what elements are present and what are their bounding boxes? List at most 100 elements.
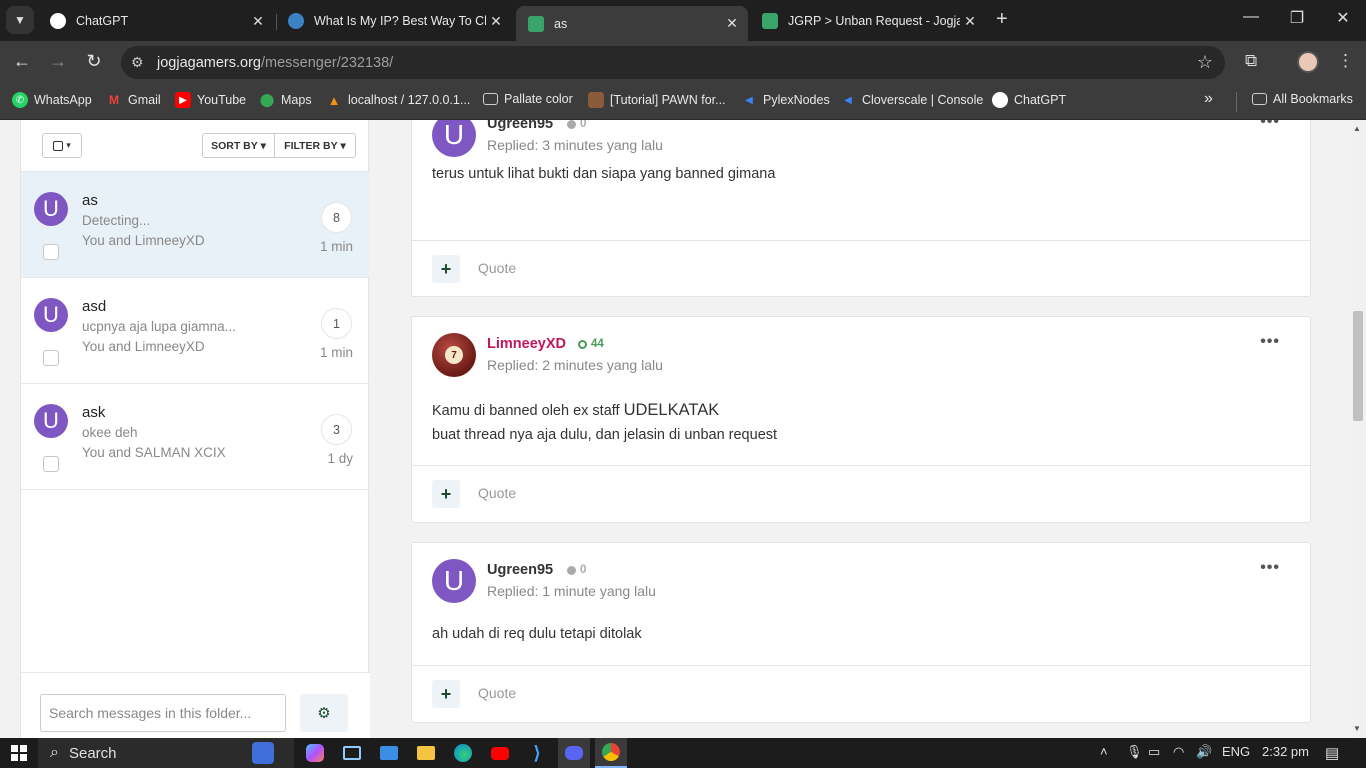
multiquote-button[interactable]: + bbox=[432, 255, 460, 283]
bookmark-cloverscale[interactable]: ◀ Cloverscale | Console bbox=[840, 92, 983, 108]
bookmark-youtube[interactable]: ▶ YouTube bbox=[175, 92, 246, 108]
bookmark-divider bbox=[1236, 92, 1237, 112]
search-options-button[interactable]: ⚙ bbox=[300, 694, 348, 732]
filter-by-button[interactable]: FILTER BY ▾ bbox=[274, 133, 356, 158]
file-explorer-icon[interactable] bbox=[416, 743, 436, 763]
quote-button[interactable]: Quote bbox=[478, 485, 516, 501]
bookmark-maps[interactable]: ⬤ Maps bbox=[259, 92, 312, 108]
conversation-item[interactable]: U ask okee deh You and SALMAN XCIX 3 1 d… bbox=[21, 384, 369, 490]
vscode-icon[interactable]: ⟩ bbox=[527, 743, 547, 763]
conversation-snippet: Detecting... bbox=[82, 213, 151, 228]
volume-icon[interactable]: 🔊 bbox=[1196, 744, 1212, 760]
windows-start-icon[interactable] bbox=[10, 743, 28, 763]
avatar[interactable]: U bbox=[432, 120, 476, 157]
menu-icon[interactable]: ⋮ bbox=[1337, 51, 1354, 71]
folder-icon bbox=[1252, 93, 1267, 105]
conversation-title[interactable]: ask bbox=[82, 404, 105, 421]
desktop-icon[interactable] bbox=[379, 743, 399, 763]
page-scrollbar[interactable]: ▲ ▼ bbox=[1350, 120, 1366, 738]
sort-by-button[interactable]: SORT BY ▾ bbox=[202, 133, 275, 158]
conversation-title[interactable]: as bbox=[82, 192, 98, 209]
quote-button[interactable]: Quote bbox=[478, 260, 516, 276]
microphone-icon[interactable]: 🎙 bbox=[1126, 744, 1143, 760]
edge-icon[interactable] bbox=[453, 743, 473, 763]
extensions-icon[interactable]: ⧉ bbox=[1245, 51, 1257, 71]
wifi-icon[interactable]: ◠ bbox=[1173, 744, 1184, 760]
tab-chatgpt[interactable]: ChatGPT ✕ bbox=[38, 6, 274, 36]
username-link[interactable]: Ugreen95 bbox=[487, 120, 553, 132]
tab-jgrp-unban[interactable]: JGRP > Unban Request - Jogjag ✕ bbox=[750, 6, 986, 36]
back-button[interactable]: ← bbox=[10, 51, 34, 72]
language-indicator[interactable]: ENG bbox=[1222, 744, 1250, 759]
conversation-item[interactable]: U as Detecting... You and LimneeyXD 8 1 … bbox=[21, 172, 369, 278]
close-icon[interactable]: ✕ bbox=[722, 15, 742, 32]
tab-strip: ▼ ChatGPT ✕ What Is My IP? Best Way To C… bbox=[0, 0, 1366, 41]
multiquote-button[interactable]: + bbox=[432, 480, 460, 508]
avatar[interactable]: 7 bbox=[432, 333, 476, 377]
bookmark-star-icon[interactable]: ☆ bbox=[1197, 52, 1213, 73]
copilot-icon[interactable] bbox=[305, 743, 325, 763]
conversation-checkbox[interactable] bbox=[43, 456, 59, 472]
page-content: ▾ SORT BY ▾ FILTER BY ▾ U as Detecting..… bbox=[0, 120, 1366, 738]
search-input[interactable] bbox=[40, 694, 286, 732]
close-window-button[interactable]: ✕ bbox=[1320, 8, 1366, 28]
all-bookmarks[interactable]: All Bookmarks bbox=[1252, 92, 1353, 106]
bookmark-tutorial-pawn[interactable]: [Tutorial] PAWN for... bbox=[588, 92, 726, 108]
new-tab-button[interactable]: + bbox=[996, 8, 1008, 31]
site-info-icon[interactable]: ⚙ bbox=[131, 54, 149, 71]
more-options-icon[interactable]: ••• bbox=[1260, 333, 1280, 351]
youtube-app-icon[interactable] bbox=[490, 743, 510, 763]
scrollbar-thumb[interactable] bbox=[1353, 311, 1363, 421]
message-body: terus untuk lihat bukti dan siapa yang b… bbox=[432, 162, 775, 186]
bookmark-chatgpt[interactable]: ChatGPT bbox=[992, 92, 1066, 108]
bookmark-label: Maps bbox=[281, 93, 312, 107]
close-icon[interactable]: ✕ bbox=[486, 13, 506, 30]
bookmark-gmail[interactable]: M Gmail bbox=[106, 92, 161, 108]
forward-button[interactable]: → bbox=[46, 51, 70, 72]
chrome-icon[interactable] bbox=[595, 738, 627, 768]
conversation-title[interactable]: asd bbox=[82, 298, 106, 315]
notifications-icon[interactable]: ▤ bbox=[1325, 744, 1339, 762]
tab-label: What Is My IP? Best Way To Che bbox=[314, 14, 486, 28]
bookmark-pylexnodes[interactable]: ◀ PylexNodes bbox=[741, 92, 830, 108]
multiquote-button[interactable]: + bbox=[432, 680, 460, 708]
task-view-icon[interactable] bbox=[342, 743, 362, 763]
conversation-checkbox[interactable] bbox=[43, 350, 59, 366]
username-link[interactable]: Ugreen95 bbox=[487, 562, 553, 578]
conversation-item[interactable]: U asd ucpnya aja lupa giamna... You and … bbox=[21, 278, 369, 384]
more-options-icon[interactable]: ••• bbox=[1260, 559, 1280, 577]
close-icon[interactable]: ✕ bbox=[248, 13, 268, 30]
profile-avatar[interactable] bbox=[1297, 51, 1319, 73]
conversation-checkbox[interactable] bbox=[43, 244, 59, 260]
address-bar[interactable]: ⚙ jogjagamers.org/messenger/232138/ ☆ bbox=[121, 46, 1225, 79]
tab-search-button[interactable]: ▼ bbox=[6, 6, 34, 34]
jogjagamers-icon bbox=[528, 15, 544, 32]
bookmark-label: Gmail bbox=[128, 93, 161, 107]
tab-what-is-my-ip[interactable]: What Is My IP? Best Way To Che ✕ bbox=[276, 6, 512, 36]
more-bookmarks-icon[interactable]: » bbox=[1204, 90, 1213, 108]
username-link[interactable]: LimneeyXD bbox=[487, 336, 566, 352]
scroll-down-icon[interactable]: ▼ bbox=[1353, 724, 1361, 733]
avatar[interactable]: U bbox=[432, 559, 476, 603]
billiard-ball-icon: 7 bbox=[445, 346, 463, 364]
tab-as[interactable]: as ✕ bbox=[516, 6, 748, 41]
bookmark-whatsapp[interactable]: ✆ WhatsApp bbox=[12, 92, 92, 108]
discord-icon[interactable] bbox=[558, 738, 590, 768]
battery-icon[interactable]: ▭ bbox=[1148, 744, 1160, 760]
bookmark-label: YouTube bbox=[197, 93, 247, 107]
show-hidden-icons-icon[interactable]: ˄ bbox=[1100, 744, 1108, 759]
bookmark-localhost[interactable]: ▲ localhost / 127.0.0.1... bbox=[326, 92, 471, 108]
bookmark-pallate-color[interactable]: Pallate color bbox=[483, 92, 573, 106]
minimize-button[interactable]: — bbox=[1228, 8, 1274, 26]
reload-button[interactable]: ↻ bbox=[82, 51, 106, 72]
clock[interactable]: 2:32 pm bbox=[1262, 744, 1309, 759]
select-all-button[interactable]: ▾ bbox=[42, 133, 82, 158]
more-options-icon[interactable]: ••• bbox=[1260, 120, 1280, 131]
quote-button[interactable]: Quote bbox=[478, 685, 516, 701]
taskbar-search[interactable]: ⌕ Search bbox=[38, 738, 294, 768]
scroll-up-icon[interactable]: ▲ bbox=[1353, 124, 1361, 133]
message-body: Kamu di banned oleh ex staff UDELKATAK b… bbox=[432, 398, 777, 447]
restore-button[interactable]: ❐ bbox=[1274, 8, 1320, 28]
close-icon[interactable]: ✕ bbox=[960, 13, 980, 30]
url-path: /messenger/232138/ bbox=[260, 54, 394, 71]
